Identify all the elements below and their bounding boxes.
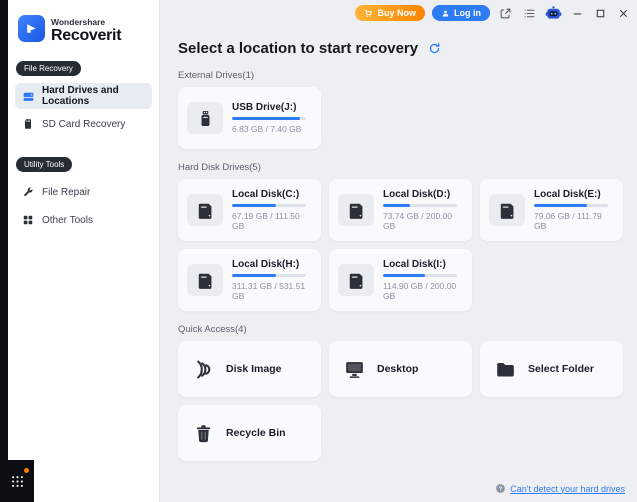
minimize-icon — [572, 8, 583, 19]
capacity-progress-bar — [232, 117, 306, 120]
sidebar-item-hard-drives-and-locations[interactable]: Hard Drives and Locations — [15, 83, 152, 109]
buy-now-button[interactable]: Buy Now — [355, 5, 425, 21]
share-icon — [499, 7, 512, 20]
drive-name: USB Drive(J:) — [232, 102, 306, 113]
brand-line-wondershare: Wondershare — [51, 17, 121, 27]
sidebar-item-label: SD Card Recovery — [42, 119, 125, 130]
quick-access-select-folder[interactable]: Select Folder — [480, 341, 623, 397]
log-in-button[interactable]: Log in — [432, 5, 490, 21]
cant-detect-link[interactable]: Can't detect your hard drives — [510, 484, 625, 494]
folder-icon — [493, 357, 517, 381]
drive-name: Local Disk(D:) — [383, 189, 463, 200]
list-icon — [523, 7, 536, 20]
sidebar-item-label: File Repair — [42, 187, 90, 198]
assistant-bot-button[interactable] — [545, 5, 562, 22]
capacity-progress-bar — [383, 274, 457, 277]
recoverit-window: Wondershare Recoverit File Recovery Hard… — [0, 0, 637, 502]
log-in-label: Log in — [454, 8, 481, 18]
section-badge-utility-tools: Utility Tools — [16, 157, 72, 172]
disk-image-icon — [191, 357, 215, 381]
wrench-icon — [21, 185, 35, 199]
cart-icon — [364, 9, 373, 18]
section-label-hard-disk-drives: Hard Disk Drives(5) — [178, 162, 623, 173]
menu-list-button[interactable] — [521, 5, 538, 22]
section-badge-file-recovery: File Recovery — [16, 61, 81, 76]
drive-card-local-i[interactable]: Local Disk(I:) 114.90 GB / 200.00 GB — [329, 249, 472, 311]
close-icon — [618, 8, 629, 19]
sidebar-item-sd-card-recovery[interactable]: SD Card Recovery — [15, 111, 152, 137]
drive-name: Local Disk(C:) — [232, 189, 312, 200]
quick-access-desktop[interactable]: Desktop — [329, 341, 472, 397]
hard-drive-icon — [21, 89, 35, 103]
cant-detect-link-row: ? Can't detect your hard drives — [495, 483, 625, 494]
capacity-progress-bar — [534, 204, 608, 207]
hard-disk-icon — [187, 264, 223, 296]
hard-disk-icon — [338, 194, 374, 226]
sd-card-icon — [21, 117, 35, 131]
notification-dot — [24, 468, 29, 473]
drive-name: Local Disk(I:) — [383, 259, 463, 270]
drive-card-usb-j[interactable]: USB Drive(J:) 6.83 GB / 7.40 GB — [178, 87, 321, 149]
quick-access-label: Recycle Bin — [226, 427, 286, 439]
buy-now-label: Buy Now — [377, 8, 416, 18]
help-circle-icon: ? — [495, 483, 506, 494]
share-button[interactable] — [497, 5, 514, 22]
refresh-icon — [428, 42, 441, 55]
drive-card-local-c[interactable]: Local Disk(C:) 67.19 GB / 111.50 GB — [178, 179, 321, 241]
quick-access-label: Select Folder — [528, 363, 594, 375]
sidebar: Wondershare Recoverit File Recovery Hard… — [8, 0, 160, 502]
brand-line-recoverit: Recoverit — [51, 27, 121, 45]
person-icon — [441, 9, 450, 18]
brand: Wondershare Recoverit — [8, 0, 159, 45]
left-edge-strip — [0, 0, 8, 502]
capacity-progress-bar — [232, 204, 306, 207]
recoverit-logo-icon — [18, 15, 45, 42]
svg-text:?: ? — [499, 486, 503, 492]
capacity-progress-bar — [232, 274, 306, 277]
refresh-button[interactable] — [427, 41, 442, 56]
sidebar-item-file-repair[interactable]: File Repair — [15, 179, 152, 205]
drive-card-local-e[interactable]: Local Disk(E:) 79.06 GB / 111.79 GB — [480, 179, 623, 241]
main-content: Select a location to start recovery Exte… — [160, 26, 637, 502]
recycle-bin-icon — [191, 421, 215, 445]
quick-access-label: Desktop — [377, 363, 418, 375]
drive-name: Local Disk(H:) — [232, 259, 312, 270]
quick-access-label: Disk Image — [226, 363, 281, 375]
quick-access-disk-image[interactable]: Disk Image — [178, 341, 321, 397]
section-label-external-drives: External Drives(1) — [178, 70, 623, 81]
drive-capacity: 79.06 GB / 111.79 GB — [534, 211, 614, 231]
usb-drive-icon — [187, 102, 223, 134]
quick-access-recycle-bin[interactable]: Recycle Bin — [178, 405, 321, 461]
minimize-button[interactable] — [569, 5, 585, 21]
drive-name: Local Disk(E:) — [534, 189, 614, 200]
drive-capacity: 67.19 GB / 111.50 GB — [232, 211, 312, 231]
maximize-button[interactable] — [592, 5, 608, 21]
brand-text: Wondershare Recoverit — [51, 15, 121, 45]
drive-capacity: 73.74 GB / 200.00 GB — [383, 211, 463, 231]
drive-capacity: 6.83 GB / 7.40 GB — [232, 124, 306, 134]
apps-grid-button[interactable] — [0, 460, 34, 502]
title-bar: Buy Now Log in — [160, 0, 637, 26]
capacity-progress-bar — [383, 204, 457, 207]
drive-capacity: 311.31 GB / 531.51 GB — [232, 281, 312, 301]
hard-disk-icon — [338, 264, 374, 296]
sidebar-item-label: Other Tools — [42, 215, 93, 226]
hard-disk-icon — [187, 194, 223, 226]
section-label-quick-access: Quick Access(4) — [178, 324, 623, 335]
apps-grid-icon — [10, 474, 25, 489]
maximize-icon — [595, 8, 606, 19]
sidebar-item-other-tools[interactable]: Other Tools — [15, 207, 152, 233]
desktop-icon — [342, 357, 366, 381]
close-button[interactable] — [615, 5, 631, 21]
sidebar-item-label: Hard Drives and Locations — [42, 85, 146, 107]
page-title: Select a location to start recovery — [178, 40, 418, 57]
robot-icon — [545, 3, 562, 23]
grid-icon — [21, 213, 35, 227]
hard-disk-icon — [489, 194, 525, 226]
drive-card-local-h[interactable]: Local Disk(H:) 311.31 GB / 531.51 GB — [178, 249, 321, 311]
drive-capacity: 114.90 GB / 200.00 GB — [383, 281, 463, 301]
drive-card-local-d[interactable]: Local Disk(D:) 73.74 GB / 200.00 GB — [329, 179, 472, 241]
